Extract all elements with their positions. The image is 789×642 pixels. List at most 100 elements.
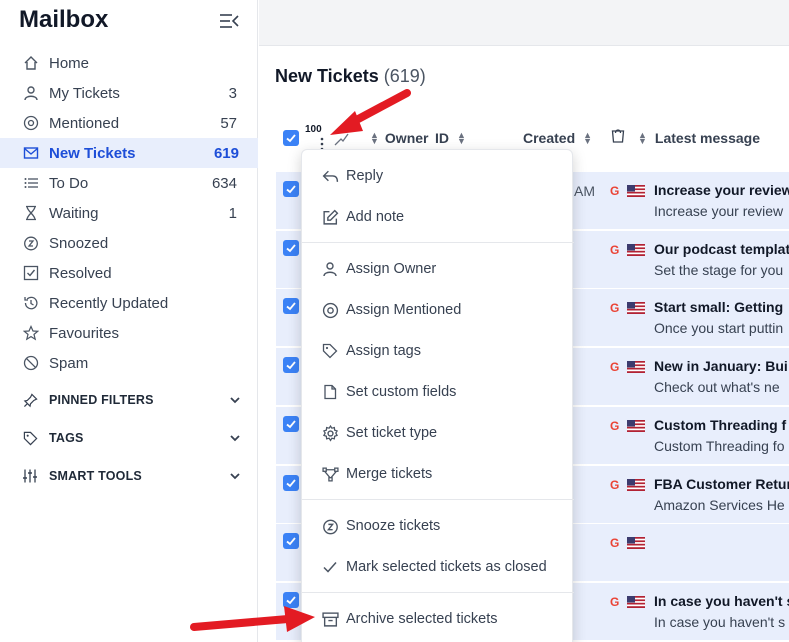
row-created-time: AM (574, 183, 595, 199)
sidebar-item-favourites[interactable]: Favourites (12, 318, 244, 348)
us-flag-icon (627, 243, 645, 256)
sidebar-item-label: My Tickets (49, 84, 120, 102)
sidebar-item-snoozed[interactable]: Snoozed (12, 228, 244, 258)
row-checkbox[interactable] (283, 591, 299, 608)
column-owner[interactable]: ▲ ▼ Owner (366, 130, 429, 146)
sidebar-item-new-tickets[interactable]: New Tickets 619 (0, 138, 258, 168)
menu-item-set-custom-fields[interactable]: Set custom fields (302, 376, 574, 408)
sidebar-item-count: 634 (211, 174, 237, 192)
menu-item-mark-closed[interactable]: Mark selected tickets as closed (302, 551, 574, 583)
google-icon: G (610, 301, 620, 316)
menu-item-reply[interactable]: Reply (302, 160, 574, 192)
snooze-icon (319, 515, 341, 537)
row-checkbox[interactable] (283, 181, 299, 197)
column-latest-message[interactable]: ▲ ▼ Latest message (634, 130, 760, 146)
menu-item-set-ticket-type[interactable]: Set ticket type (302, 417, 574, 449)
sort-icon[interactable] (332, 130, 350, 148)
menu-item-merge-tickets[interactable]: Merge tickets (302, 458, 574, 490)
sidebar-item-label: Mentioned (49, 114, 120, 132)
chevron-down-icon (230, 473, 240, 480)
check-icon (319, 556, 341, 578)
chevron-down-icon (230, 435, 240, 442)
at-icon (20, 112, 42, 134)
select-all-checkbox[interactable] (283, 130, 299, 146)
menu-item-assign-owner[interactable]: Assign Owner (302, 253, 574, 285)
row-checkbox[interactable] (283, 533, 299, 550)
menu-item-label: Merge tickets (346, 466, 433, 482)
section-label: PINNED FILTERS (49, 393, 154, 407)
tag-icon (319, 340, 341, 362)
file-icon (319, 381, 341, 403)
sidebar-item-count: 1 (228, 204, 237, 222)
edit-icon (319, 206, 341, 228)
sidebar: Mailbox Home My Tickets 3 Mentioned 57 N… (0, 0, 258, 642)
collapse-sidebar-icon[interactable] (219, 12, 239, 30)
home-icon (20, 52, 42, 74)
list-icon (20, 172, 42, 194)
row-checkbox[interactable] (283, 415, 299, 432)
row-snippet: Custom Threading fo (654, 437, 785, 454)
row-subject: Our podcast templat (654, 240, 789, 257)
merge-icon (319, 463, 341, 485)
page-title-count: (619) (383, 66, 426, 86)
menu-item-archive-tickets[interactable]: Archive selected tickets (302, 603, 574, 635)
row-checkbox[interactable] (283, 357, 299, 374)
star-icon (20, 322, 42, 344)
page-title: New Tickets (619) (275, 66, 426, 87)
column-created[interactable]: Created ▲ ▼ (523, 130, 592, 146)
column-created-label: Created (523, 130, 576, 146)
column-id-label: ID (435, 130, 449, 146)
app-title: Mailbox (19, 6, 109, 33)
us-flag-icon (627, 478, 645, 491)
sidebar-item-spam[interactable]: Spam (12, 348, 244, 378)
check-square-icon (20, 262, 42, 284)
sort-arrows-icon: ▲ ▼ (370, 130, 379, 146)
user-icon (319, 258, 341, 280)
sort-arrows-icon: ▲ ▼ (583, 130, 593, 146)
tag-icon (19, 427, 41, 449)
row-snippet: Amazon Services He (654, 496, 785, 513)
row-subject: Start small: Getting (654, 299, 784, 316)
row-checkbox[interactable] (283, 239, 299, 256)
section-smart-tools[interactable]: SMART TOOLS (12, 463, 244, 489)
menu-item-snooze-tickets[interactable]: Snooze tickets (302, 510, 574, 542)
sidebar-item-to-do[interactable]: To Do 634 (12, 168, 244, 198)
section-pinned-filters[interactable]: PINNED FILTERS (12, 387, 244, 413)
google-icon: G (610, 242, 620, 257)
menu-divider (302, 499, 574, 500)
ban-icon (20, 352, 42, 374)
sidebar-item-label: Recently Updated (49, 294, 169, 312)
row-subject: Custom Threading f (654, 416, 787, 433)
row-subject: FBA Customer Retur (654, 475, 789, 492)
section-label: SMART TOOLS (49, 469, 142, 483)
sidebar-item-my-tickets[interactable]: My Tickets 3 (12, 78, 244, 108)
menu-item-label: Mark selected tickets as closed (346, 559, 547, 575)
us-flag-icon (627, 536, 645, 550)
menu-item-label: Snooze tickets (346, 518, 441, 534)
column-id[interactable]: ID ▲ ▼ (435, 130, 466, 146)
sidebar-item-label: Spam (49, 354, 89, 372)
sidebar-item-mentioned[interactable]: Mentioned 57 (12, 108, 244, 138)
row-checkbox[interactable] (283, 474, 299, 491)
section-label: TAGS (49, 431, 84, 445)
menu-item-add-note[interactable]: Add note (302, 201, 574, 233)
bulk-actions-menu: Reply Add note Assign Owner Assign Menti… (301, 149, 574, 642)
sidebar-item-resolved[interactable]: Resolved (12, 258, 244, 288)
column-channel[interactable] (610, 127, 626, 143)
google-icon: G (610, 360, 620, 375)
sidebar-item-waiting[interactable]: Waiting 1 (12, 198, 244, 228)
google-icon: G (610, 184, 620, 198)
section-tags[interactable]: TAGS (12, 425, 244, 451)
sidebar-item-label: Favourites (49, 324, 120, 342)
sidebar-item-recently-updated[interactable]: Recently Updated (12, 288, 244, 318)
menu-item-assign-mentioned[interactable]: Assign Mentioned (302, 294, 574, 326)
sort-arrows-icon: ▲ ▼ (457, 130, 466, 146)
sidebar-item-home[interactable]: Home (12, 48, 244, 78)
column-latest-label: Latest message (654, 130, 760, 146)
us-flag-icon (627, 301, 645, 315)
hourglass-icon (20, 202, 42, 224)
menu-item-assign-tags[interactable]: Assign tags (302, 335, 574, 367)
row-checkbox[interactable] (283, 298, 299, 315)
row-snippet: In case you haven't s (654, 613, 786, 630)
page-title-text: New Tickets (275, 66, 379, 86)
